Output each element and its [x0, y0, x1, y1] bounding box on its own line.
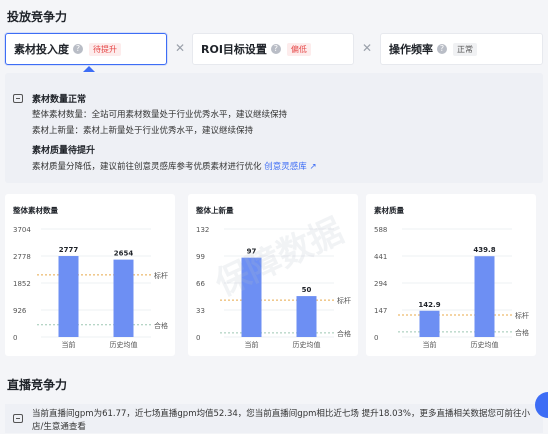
reference-label: 标杆	[515, 311, 529, 320]
tab-operation-frequency[interactable]: 操作频率 ? 正常	[380, 33, 543, 65]
y-tick-label: 294	[374, 280, 388, 288]
y-tick-label: 588	[374, 226, 387, 234]
data-label: 2777	[59, 246, 79, 254]
reference-label: 标杆	[337, 296, 351, 305]
status-badge: 正常	[453, 42, 477, 56]
y-tick-label: 132	[196, 226, 209, 234]
y-tick-label: 3704	[13, 226, 31, 234]
x-tick-label: 当前	[245, 340, 259, 349]
x-tick-label: 当前	[423, 340, 437, 349]
tab-label: ROI目标设置	[201, 43, 267, 56]
diagnosis-panel: 素材数量正常 整体素材数量：全站可用素材数量处于行业优秀水平，建议继续保持 素材…	[5, 73, 543, 183]
y-tick-label: 2778	[13, 253, 31, 261]
creative-library-link[interactable]: 创意灵感库	[264, 162, 307, 172]
bar	[113, 259, 134, 337]
bar-chart: 整体素材数量 0 926 1852 2778 3704 标杆合格 2777 当前 2654 历史均值	[13, 205, 168, 349]
reference-label: 合格	[337, 329, 351, 338]
bar	[419, 310, 440, 337]
bar	[474, 256, 495, 337]
tab-label: 操作频率	[389, 43, 433, 56]
y-tick-label: 0	[374, 334, 378, 342]
data-label: 142.9	[418, 301, 440, 309]
message-icon	[13, 414, 23, 423]
diagnosis-text: 整体素材数量：全站可用素材数量处于行业优秀水平，建议继续保持	[32, 110, 288, 120]
y-tick-label: 926	[13, 307, 27, 315]
live-diagnosis-text: 当前直播间gpm为61.77，近七场直播gpm均值52.34，您当前直播间gpm…	[32, 409, 530, 432]
message-icon	[13, 94, 23, 103]
x-tick-label: 当前	[62, 340, 76, 349]
y-tick-label: 441	[374, 253, 387, 261]
x-tick-label: 历史均值	[110, 340, 138, 349]
data-label: 439.8	[473, 246, 495, 254]
y-tick-label: 1852	[13, 280, 31, 288]
tab-label: 素材投入度	[14, 43, 69, 56]
close-icon: ✕	[175, 41, 186, 55]
live-diagnosis: 当前直播间gpm为61.77，近七场直播gpm均值52.34，您当前直播间gpm…	[5, 404, 543, 433]
metric-tabs: 素材投入度 ? 待提升 ✕ ROI目标设置 ? 偏低 ✕ 操作频率 ? 正常	[5, 33, 543, 67]
help-icon[interactable]: ?	[73, 44, 83, 54]
diagnosis-text: 素材质量分降低，建议前往创意灵感库参考优质素材进行优化 创意灵感库 ↗	[32, 160, 317, 172]
diagnosis-text: 素材上新量：素材上新量处于行业优秀水平，建议继续保持	[32, 126, 254, 136]
section-title-live: 直播竞争力	[7, 378, 68, 392]
chart-title: 整体上新量	[196, 205, 234, 215]
reference-label: 合格	[515, 328, 529, 337]
y-tick-label: 99	[196, 253, 205, 261]
y-tick-label: 147	[374, 307, 387, 315]
chart-title: 整体素材数量	[13, 205, 58, 215]
diagnosis-heading: 素材质量待提升	[32, 146, 96, 156]
tab-roi-target[interactable]: ROI目标设置 ? 偏低	[192, 33, 354, 65]
close-icon: ✕	[362, 41, 373, 55]
x-tick-label: 历史均值	[293, 340, 321, 349]
bar	[296, 296, 317, 337]
status-badge: 偏低	[286, 42, 311, 56]
chart-card-material-quality: 素材质量 0 147 294 441 588 标杆合格 142.9 当前 439.8 历史均值	[366, 194, 536, 356]
y-tick-label: 0	[196, 334, 200, 342]
external-link-icon[interactable]: ↗	[309, 162, 316, 172]
active-tab-indicator	[83, 66, 95, 72]
y-tick-label: 66	[196, 280, 205, 288]
data-label: 2654	[114, 250, 134, 258]
chart-card-total-material: 整体素材数量 0 926 1852 2778 3704 标杆合格 2777 当前 2654 历史均值	[5, 194, 175, 356]
x-tick-label: 历史均值	[471, 340, 499, 349]
tab-material-input[interactable]: 素材投入度 ? 待提升	[5, 33, 167, 65]
bar-chart: 素材质量 0 147 294 441 588 标杆合格 142.9 当前 439.8 历史均值	[374, 205, 529, 349]
status-badge: 待提升	[89, 42, 121, 56]
help-icon[interactable]: ?	[437, 44, 447, 54]
chart-title: 素材质量	[374, 205, 404, 215]
data-label: 50	[302, 286, 312, 294]
reference-label: 标杆	[154, 271, 168, 280]
reference-label: 合格	[154, 321, 168, 330]
diagnosis-text-body: 素材质量分降低，建议前往创意灵感库参考优质素材进行优化	[32, 162, 262, 172]
diagnosis-heading: 素材数量正常	[32, 95, 87, 105]
section-title-competitiveness: 投放竞争力	[7, 10, 68, 24]
bar	[58, 256, 79, 337]
help-icon[interactable]: ?	[270, 44, 281, 54]
y-tick-label: 0	[13, 334, 17, 342]
y-tick-label: 33	[196, 307, 205, 315]
